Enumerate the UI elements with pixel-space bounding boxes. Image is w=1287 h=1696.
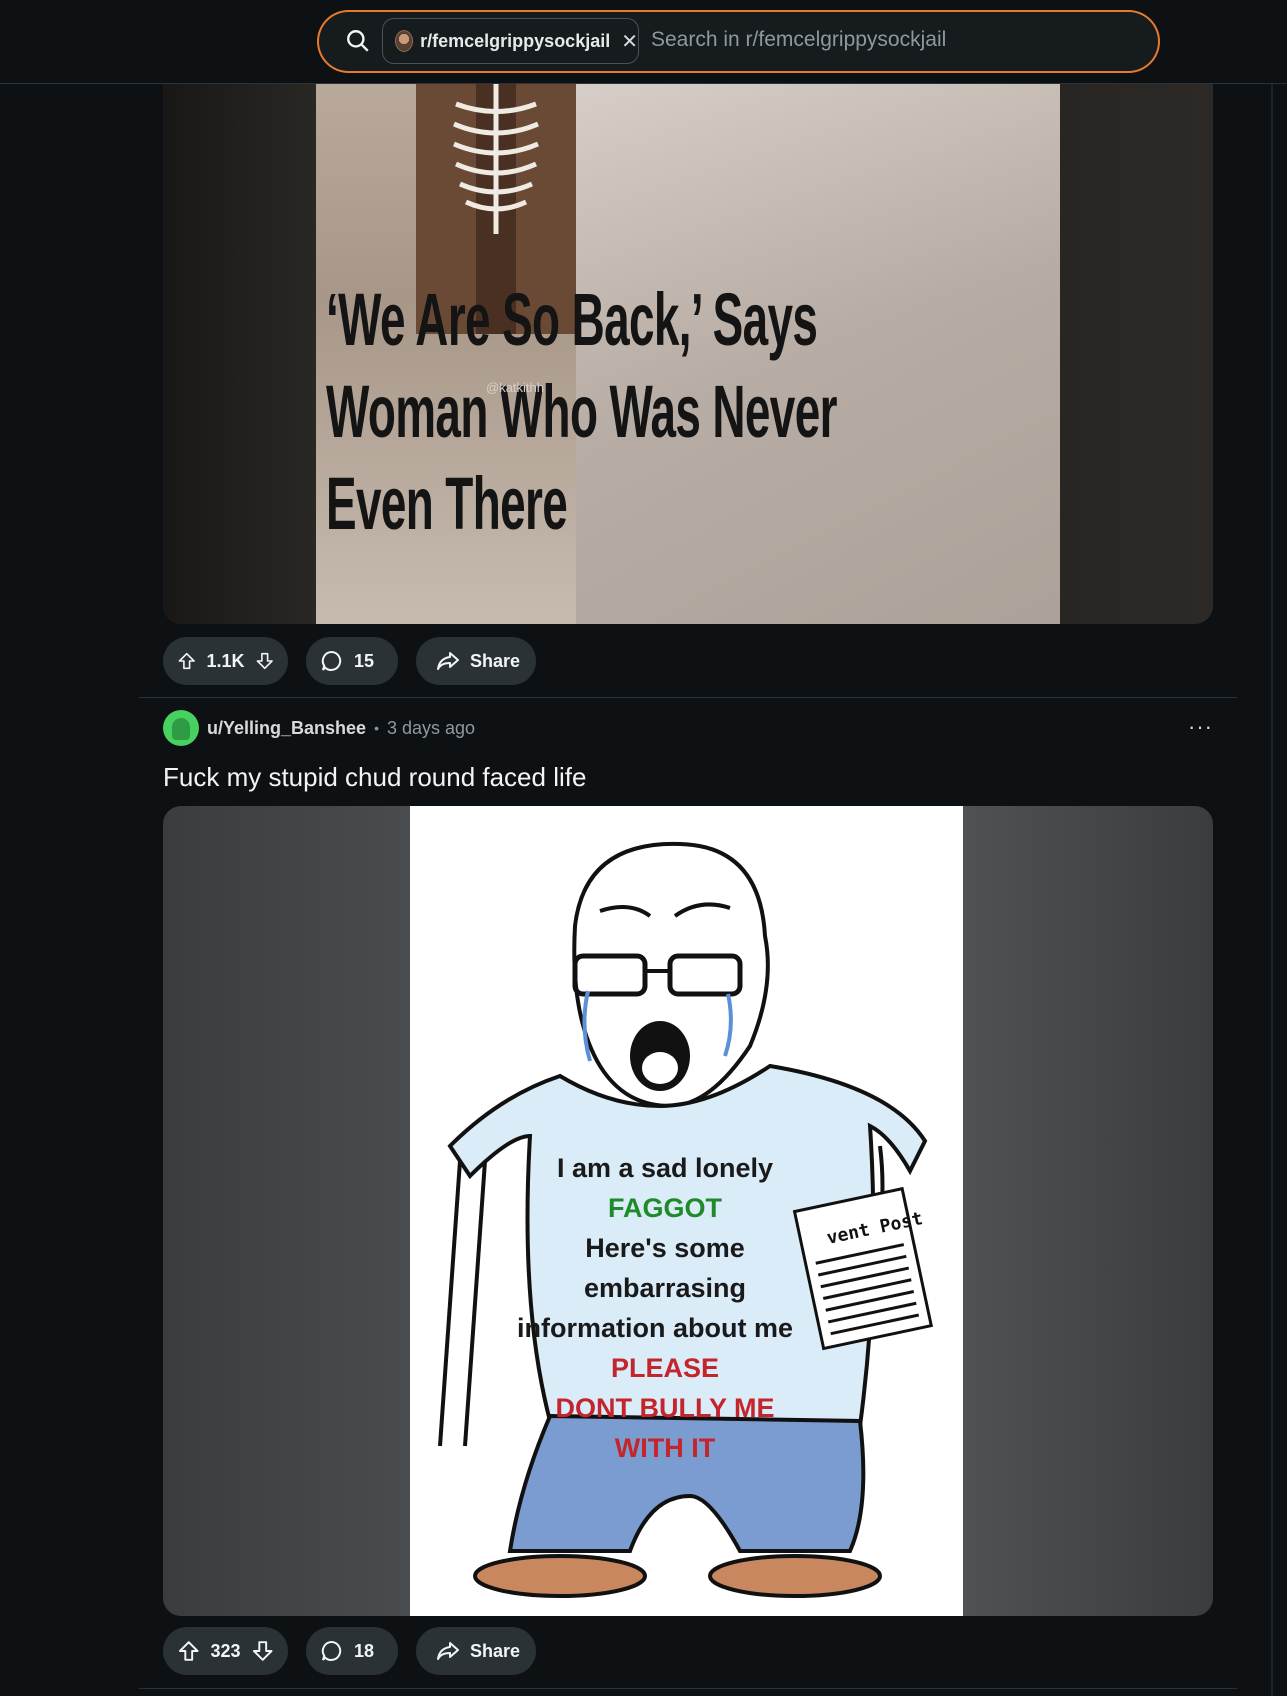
- share-label: Share: [470, 1640, 521, 1661]
- top-bar: r/femcelgrippysockjail ✕ Search in r/fem…: [0, 0, 1287, 84]
- share-icon: [437, 652, 459, 670]
- post-divider: [139, 1688, 1237, 1689]
- meme-caption: ‘We Are So Back,’ Says Woman Who Was Nev…: [326, 278, 837, 545]
- share-button[interactable]: Share: [416, 1627, 536, 1675]
- share-button[interactable]: Share: [416, 637, 536, 685]
- community-avatar: [395, 30, 414, 52]
- post-actions: 1.1K 15 Share: [163, 637, 536, 685]
- avatar[interactable]: [163, 710, 199, 746]
- scrollbar-track[interactable]: [1271, 84, 1273, 1696]
- post-divider: [139, 697, 1237, 698]
- comment-icon: [321, 650, 342, 671]
- post-image: ‘We Are So Back,’ Says Woman Who Was Nev…: [316, 84, 1060, 624]
- search-input[interactable]: Search in r/femcelgrippysockjail: [651, 28, 946, 52]
- search-icon[interactable]: [345, 28, 371, 54]
- vote-control: 1.1K: [163, 637, 288, 685]
- comment-icon: [321, 1640, 342, 1661]
- post-media[interactable]: ‘We Are So Back,’ Says Woman Who Was Nev…: [163, 84, 1213, 624]
- vote-control: 323: [163, 1627, 288, 1675]
- upvote-icon[interactable]: [177, 1639, 200, 1663]
- comment-count: 15: [354, 650, 375, 671]
- vote-count: 1.1K: [206, 650, 245, 671]
- share-label: Share: [470, 650, 521, 671]
- separator: •: [374, 720, 379, 736]
- community-filter-chip[interactable]: r/femcelgrippysockjail ✕: [382, 18, 639, 64]
- post-actions: 323 18 Share: [163, 1627, 536, 1675]
- upvote-icon[interactable]: [177, 649, 196, 673]
- post-header: u/Yelling_Banshee • 3 days ago: [163, 710, 475, 746]
- comments-button[interactable]: 15: [306, 637, 398, 685]
- post-title[interactable]: Fuck my stupid chud round faced life: [163, 762, 586, 793]
- comments-button[interactable]: 18: [306, 1627, 398, 1675]
- community-chip-label: r/femcelgrippysockjail: [420, 30, 611, 51]
- close-icon[interactable]: ✕: [621, 29, 638, 54]
- more-options-icon[interactable]: ···: [1188, 714, 1213, 740]
- vote-count: 323: [210, 1640, 241, 1661]
- downvote-icon[interactable]: [255, 649, 274, 673]
- post-media[interactable]: vent Post I am a sad lonely FAGGOT Here'…: [163, 806, 1213, 1616]
- downvote-icon[interactable]: [251, 1639, 274, 1663]
- shirt-caption: I am a sad lonely FAGGOT Here's some emb…: [517, 1153, 793, 1463]
- comment-count: 18: [354, 1640, 375, 1661]
- watermark: @katkithh: [486, 380, 544, 395]
- share-icon: [437, 1642, 459, 1660]
- author-link[interactable]: u/Yelling_Banshee: [207, 718, 366, 739]
- post-image: vent Post I am a sad lonely FAGGOT Here'…: [410, 806, 963, 1616]
- post-time: 3 days ago: [386, 717, 476, 738]
